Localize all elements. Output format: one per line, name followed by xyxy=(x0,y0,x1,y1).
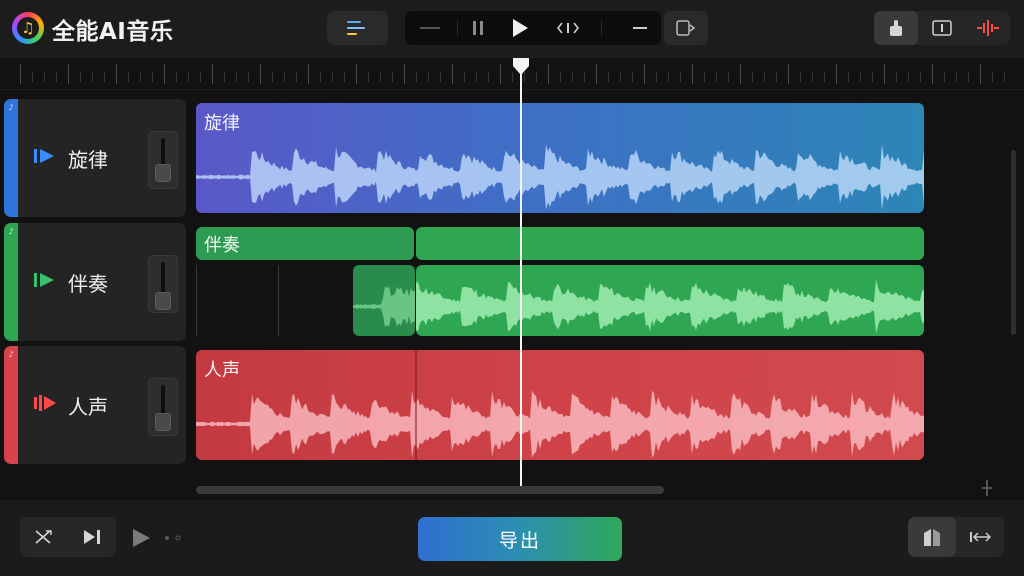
play-icon xyxy=(513,19,528,37)
track-color-strip: ♪ xyxy=(4,346,18,464)
pause-icon xyxy=(473,21,483,35)
clip-label: 旋律 xyxy=(204,113,240,134)
horizontal-scrollbar[interactable] xyxy=(196,486,664,494)
skip-next-icon xyxy=(84,530,100,544)
minus-button[interactable] xyxy=(625,11,655,45)
split-view-icon xyxy=(924,529,940,546)
play-icon[interactable] xyxy=(131,528,151,548)
clip-label: 人声 xyxy=(204,360,240,381)
separator xyxy=(457,20,458,36)
track-name: 旋律 xyxy=(68,148,108,172)
volume-fader[interactable] xyxy=(148,131,178,189)
export-button[interactable]: 导出 xyxy=(418,517,622,561)
mic-icon: ♪ xyxy=(8,227,14,236)
speaker-icon xyxy=(34,395,56,411)
track-header-accompaniment[interactable]: ♪ 伴奏 xyxy=(4,223,186,341)
play-triangle-icon xyxy=(34,149,54,163)
playhead-handle[interactable] xyxy=(512,58,530,76)
region-marker xyxy=(196,265,197,336)
mic-icon: ♪ xyxy=(8,350,14,359)
progress-dots xyxy=(165,535,181,541)
vertical-scrollbar[interactable] xyxy=(1011,150,1016,335)
clip-accompaniment-header-2[interactable] xyxy=(416,227,924,260)
waveform xyxy=(416,279,924,334)
app-title: 全能AI音乐 xyxy=(52,19,174,45)
separator xyxy=(601,20,602,36)
menu-lines-icon xyxy=(347,21,365,35)
track-color-strip: ♪ xyxy=(4,99,18,217)
waveform xyxy=(196,144,924,210)
pause-button[interactable] xyxy=(461,11,495,45)
hand-tool-icon xyxy=(890,20,902,36)
app-logo-icon: ♫ xyxy=(12,12,44,44)
arrow-expand-button[interactable] xyxy=(956,517,1004,557)
left-tool-group xyxy=(20,517,116,557)
bottom-bar: 导出 xyxy=(0,500,1024,576)
minus-icon xyxy=(633,27,647,29)
play-button[interactable] xyxy=(503,11,537,45)
track-header-vocal[interactable]: ♪ 人声 xyxy=(4,346,186,464)
output-device-button[interactable] xyxy=(664,11,708,45)
waveform xyxy=(353,285,415,328)
arrow-expand-icon xyxy=(970,532,991,542)
volume-fader[interactable] xyxy=(148,255,178,313)
track-name: 人声 xyxy=(68,395,108,419)
right-tool-group xyxy=(908,517,1004,557)
transport-controls xyxy=(405,11,661,45)
clip-melody[interactable]: 旋律 xyxy=(196,103,924,213)
output-device-icon xyxy=(676,20,696,36)
rewind-button[interactable] xyxy=(413,11,447,45)
clip-accompaniment-header[interactable]: 伴奏 xyxy=(196,227,414,260)
clip-vocal[interactable]: 人声 xyxy=(196,350,924,460)
resize-handle-icon[interactable] xyxy=(980,480,994,496)
track-header-melody[interactable]: ♪ 旋律 xyxy=(4,99,186,217)
tool-group xyxy=(874,11,1010,45)
playhead[interactable] xyxy=(520,62,522,486)
clip-split-line xyxy=(415,350,417,460)
top-bar: ♫ 全能AI音乐 xyxy=(0,0,1024,58)
rewind-dash-icon xyxy=(420,27,440,29)
region-marker xyxy=(278,265,279,336)
menu-button[interactable] xyxy=(327,11,388,45)
split-tool-icon xyxy=(932,20,952,36)
clip-accompaniment-intro[interactable] xyxy=(353,265,415,336)
clip-label: 伴奏 xyxy=(204,235,240,256)
waveform xyxy=(196,390,924,458)
split-tool-button[interactable] xyxy=(920,11,964,45)
split-view-button[interactable] xyxy=(908,517,956,557)
track-color-strip: ♪ xyxy=(4,223,18,341)
skip-next-button[interactable] xyxy=(68,517,116,557)
hand-tool-button[interactable] xyxy=(874,11,918,45)
mic-icon: ♪ xyxy=(8,103,14,112)
audio-spike-button[interactable] xyxy=(966,11,1010,45)
volume-fader[interactable] xyxy=(148,378,178,436)
nudge-button[interactable] xyxy=(551,11,585,45)
shuffle-button[interactable] xyxy=(20,517,68,557)
play-triangle-icon xyxy=(34,273,54,287)
clip-accompaniment[interactable] xyxy=(416,265,924,336)
track-name: 伴奏 xyxy=(68,272,108,296)
shuffle-icon xyxy=(35,530,52,544)
nudge-icon xyxy=(557,22,579,34)
audio-spike-icon xyxy=(977,20,999,36)
